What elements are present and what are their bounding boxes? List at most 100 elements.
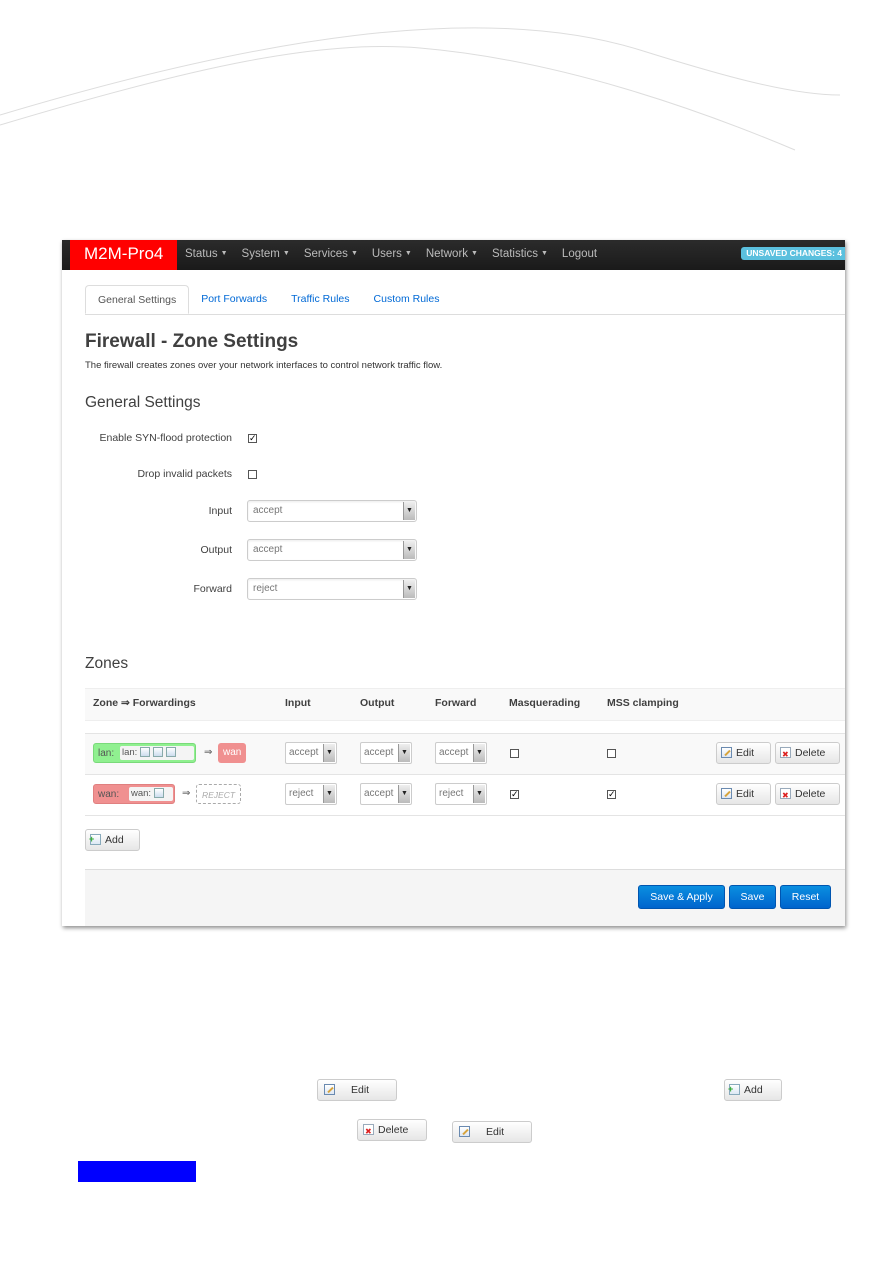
zone-output-select[interactable]: accept ▼ xyxy=(360,783,412,805)
unsaved-changes-badge[interactable]: UNSAVED CHANGES: 4 xyxy=(741,247,845,260)
dropdown-arrow-icon: ▼ xyxy=(323,744,335,762)
dropdown-arrow-icon: ▼ xyxy=(403,580,415,598)
add-icon xyxy=(89,829,101,849)
add-zone-button[interactable]: Add xyxy=(85,829,140,851)
delete-button-illustration[interactable]: Delete xyxy=(357,1119,427,1142)
save-button[interactable]: Save xyxy=(729,885,776,909)
delete-icon xyxy=(363,1122,374,1142)
dropdown-arrow-icon: ▼ xyxy=(323,785,335,803)
delete-icon xyxy=(780,745,791,765)
nav-item-status[interactable]: Status ▼ xyxy=(178,240,235,270)
add-icon xyxy=(728,1079,740,1099)
reset-button[interactable]: Reset xyxy=(780,885,831,909)
caret-down-icon: ▼ xyxy=(404,250,412,257)
zone-row-wan: wan: wan: ⇒ REJECT reject ▼ accept ▼ rejec… xyxy=(85,775,845,816)
syn-flood-checkbox[interactable]: ✓ xyxy=(248,434,257,443)
output-label: Output xyxy=(200,544,232,556)
zone-output-select[interactable]: accept ▼ xyxy=(360,742,412,764)
zone-forward-select[interactable]: reject ▼ xyxy=(435,783,487,805)
edit-icon xyxy=(459,1125,470,1137)
select-value: reject xyxy=(439,788,464,799)
drop-invalid-label: Drop invalid packets xyxy=(137,468,232,480)
nav-item-network[interactable]: Network ▼ xyxy=(419,240,485,270)
nav-item-services[interactable]: Services ▼ xyxy=(297,240,365,270)
delete-zone-button[interactable]: Delete xyxy=(775,742,840,765)
nav-label: Logout xyxy=(561,248,598,260)
select-value: accept xyxy=(439,747,469,758)
table-spacer xyxy=(85,719,845,734)
button-label: Delete xyxy=(795,747,826,759)
tab-general-settings[interactable]: General Settings xyxy=(85,285,190,314)
checkmark-icon: ✓ xyxy=(511,789,519,799)
zones-heading: Zones xyxy=(85,655,129,672)
tab-traffic-rules[interactable]: Traffic Rules xyxy=(279,285,361,314)
forward-policy-select[interactable]: reject ▼ xyxy=(247,578,417,600)
iface-label: wan: xyxy=(131,788,152,799)
masquerading-checkbox[interactable] xyxy=(510,749,519,758)
drop-invalid-checkbox[interactable] xyxy=(248,470,257,479)
zone-badge-lan[interactable]: lan: lan: xyxy=(93,743,196,763)
delete-icon xyxy=(780,786,791,806)
zone-name: wan: xyxy=(98,789,120,800)
dropdown-arrow-icon: ▼ xyxy=(473,785,485,803)
button-label: Edit xyxy=(351,1084,370,1096)
button-label: Add xyxy=(105,834,124,846)
caret-down-icon: ▼ xyxy=(540,250,548,257)
edit-zone-button[interactable]: Edit xyxy=(716,783,771,805)
select-value: reject xyxy=(289,788,314,799)
dropdown-arrow-icon: ▼ xyxy=(398,744,410,762)
iface-label: lan: xyxy=(122,747,138,758)
output-policy-select[interactable]: accept ▼ xyxy=(247,539,417,561)
decorative-curves xyxy=(0,27,841,151)
forward-dest-wan: wan xyxy=(218,743,247,763)
nav-label: Network xyxy=(425,248,469,261)
edit-icon xyxy=(721,787,732,799)
edit-icon xyxy=(324,1083,335,1095)
dropdown-arrow-icon: ▼ xyxy=(473,744,485,762)
nav-label: Statistics xyxy=(491,248,538,261)
zone-input-select[interactable]: reject ▼ xyxy=(285,783,337,805)
edit-button-illustration[interactable]: Edit xyxy=(317,1079,397,1101)
mss-clamping-checkbox[interactable] xyxy=(607,749,616,758)
select-value: accept xyxy=(364,747,394,758)
button-label: Delete xyxy=(795,788,826,800)
nav-item-system[interactable]: System ▼ xyxy=(235,240,297,270)
button-label: Edit xyxy=(736,788,755,800)
save-apply-button[interactable]: Save & Apply xyxy=(638,885,725,909)
forward-dest-reject: REJECT xyxy=(196,784,242,804)
nav-item-statistics[interactable]: Statistics ▼ xyxy=(485,240,555,270)
checkmark-icon: ✓ xyxy=(608,789,616,799)
caret-down-icon: ▼ xyxy=(471,250,478,257)
zone-forward-select[interactable]: accept ▼ xyxy=(435,742,487,764)
input-policy-select[interactable]: accept ▼ xyxy=(247,500,417,522)
navbar: M2M-Pro4 Status ▼ System ▼ Services ▼ Users… xyxy=(62,240,845,270)
nav-label: Status xyxy=(185,248,218,261)
browser-screenshot: M2M-Pro4 Status ▼ System ▼ Services ▼ Users… xyxy=(62,240,845,926)
col-forward: Forward xyxy=(435,697,477,709)
nav-item-users[interactable]: Users ▼ xyxy=(365,240,419,270)
mss-clamping-checkbox[interactable]: ✓ xyxy=(607,790,616,799)
dropdown-arrow-icon: ▼ xyxy=(403,541,415,559)
brand-logo[interactable]: M2M-Pro4 xyxy=(70,240,177,270)
add-button-illustration[interactable]: Add xyxy=(724,1079,782,1101)
tab-custom-rules[interactable]: Custom Rules xyxy=(362,285,452,314)
zone-input-select[interactable]: accept ▼ xyxy=(285,742,337,764)
caret-down-icon: ▼ xyxy=(282,250,290,257)
delete-zone-button[interactable]: Delete xyxy=(775,783,840,806)
button-label: Add xyxy=(744,1084,763,1096)
form-footer: Save & Apply Save Reset xyxy=(85,869,845,926)
edit-zone-button[interactable]: Edit xyxy=(716,742,771,764)
nav-item-logout[interactable]: Logout xyxy=(555,240,604,270)
forward-arrow-icon: ⇒ xyxy=(182,788,191,799)
edit-icon xyxy=(721,746,732,758)
masquerading-checkbox[interactable]: ✓ xyxy=(510,790,519,799)
zone-badge-wan[interactable]: wan: wan: xyxy=(93,784,175,804)
tab-port-forwards[interactable]: Port Forwards xyxy=(189,285,279,314)
caret-down-icon: ▼ xyxy=(350,250,358,257)
network-interface-icon xyxy=(140,747,151,758)
col-input: Input xyxy=(285,697,311,709)
forward-label: Forward xyxy=(193,583,232,595)
edit-button-illustration-2[interactable]: Edit xyxy=(452,1121,532,1143)
select-value: accept xyxy=(253,505,283,516)
zones-table-header: Zone ⇒ Forwardings Input Output Forward … xyxy=(85,688,845,721)
